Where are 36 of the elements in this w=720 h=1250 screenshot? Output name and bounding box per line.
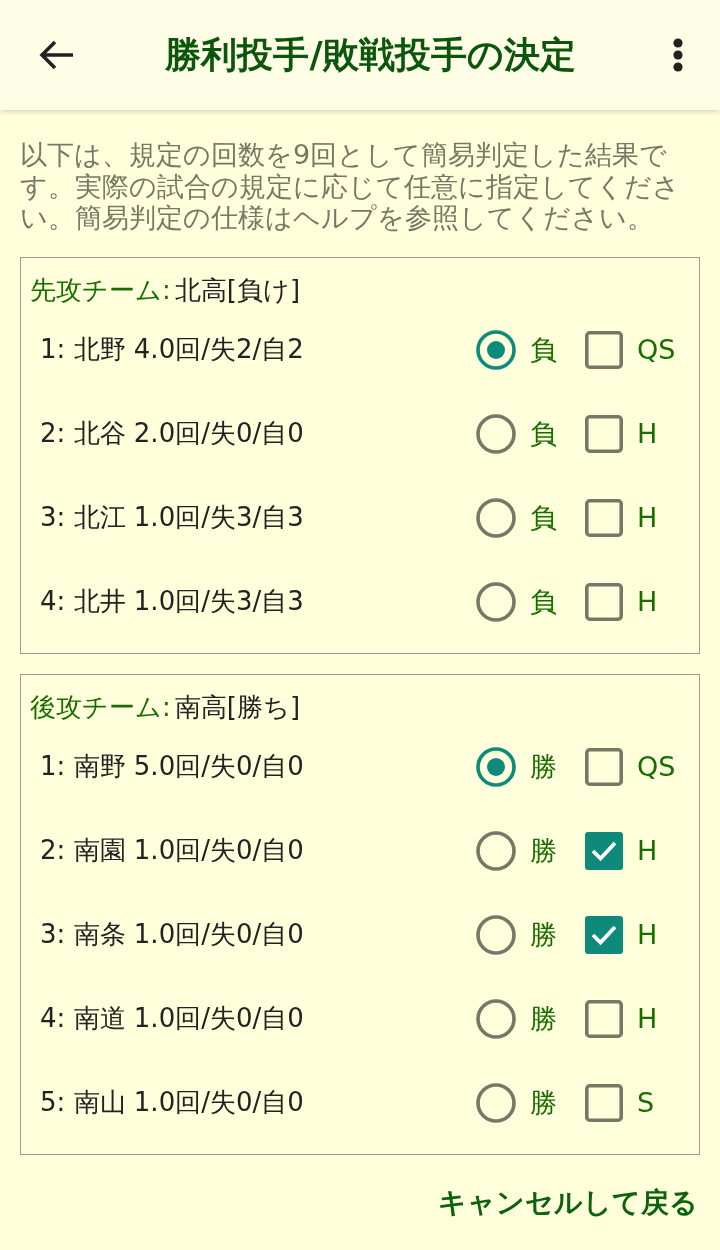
checkbox[interactable]: H — [585, 999, 658, 1038]
pitcher-line: 1: 南野 5.0回/失0/自0 — [40, 750, 304, 783]
radio-button[interactable]: 勝 — [476, 746, 557, 787]
pitcher-line: 3: 北江 1.0回/失3/自3 — [40, 501, 304, 534]
radio-button[interactable]: 勝 — [476, 914, 557, 955]
checkbox[interactable]: H — [585, 498, 658, 537]
checkbox[interactable]: S — [585, 1083, 655, 1122]
radio-button[interactable]: 勝 — [476, 998, 557, 1039]
team-order-label: 先攻チーム: — [30, 274, 171, 307]
pitcher-line: 2: 南園 1.0回/失0/自0 — [40, 834, 304, 867]
radio-button[interactable]: 勝 — [476, 1082, 557, 1123]
checkbox[interactable]: QS — [585, 330, 676, 369]
checkbox[interactable]: QS — [585, 747, 676, 786]
team-name: 北高[負け] — [174, 274, 301, 307]
arrow-left-icon — [39, 40, 75, 70]
radio-button[interactable]: 負 — [476, 497, 557, 538]
checkbox[interactable]: H — [585, 582, 658, 621]
radio-button[interactable]: 負 — [476, 413, 557, 454]
pitcher-line: 1: 北野 4.0回/失2/自2 — [40, 333, 304, 366]
pitcher-line: 2: 北谷 2.0回/失0/自0 — [40, 417, 304, 450]
radio-button[interactable]: 負 — [476, 581, 557, 622]
pitcher-line: 3: 南条 1.0回/失0/自0 — [40, 918, 304, 951]
pitcher-line: 5: 南山 1.0回/失0/自0 — [40, 1086, 304, 1119]
team-name: 南高[勝ち] — [174, 691, 301, 724]
cancel-button[interactable]: キャンセルして戻る — [436, 1174, 700, 1231]
checkbox[interactable]: H — [585, 414, 658, 453]
screen-title: 勝利投手/敗戦投手の決定 — [164, 32, 577, 77]
radio-button[interactable]: 勝 — [476, 830, 557, 871]
team-order-label: 後攻チーム: — [30, 691, 171, 724]
pitcher-line: 4: 南道 1.0回/失0/自0 — [40, 1002, 304, 1035]
pitcher-line: 4: 北井 1.0回/失3/自3 — [40, 585, 304, 618]
overflow-menu-icon — [673, 38, 683, 72]
checkbox[interactable]: H — [585, 915, 658, 954]
description-text: 以下は、規定の回数を9回として簡易判定した結果です。実際の試合の規定に応じて任意に指定してください。簡易判定の仕様はヘルプを参照してください。 — [20, 139, 681, 234]
radio-button[interactable]: 負 — [476, 329, 557, 370]
checkbox[interactable]: H — [585, 831, 658, 870]
